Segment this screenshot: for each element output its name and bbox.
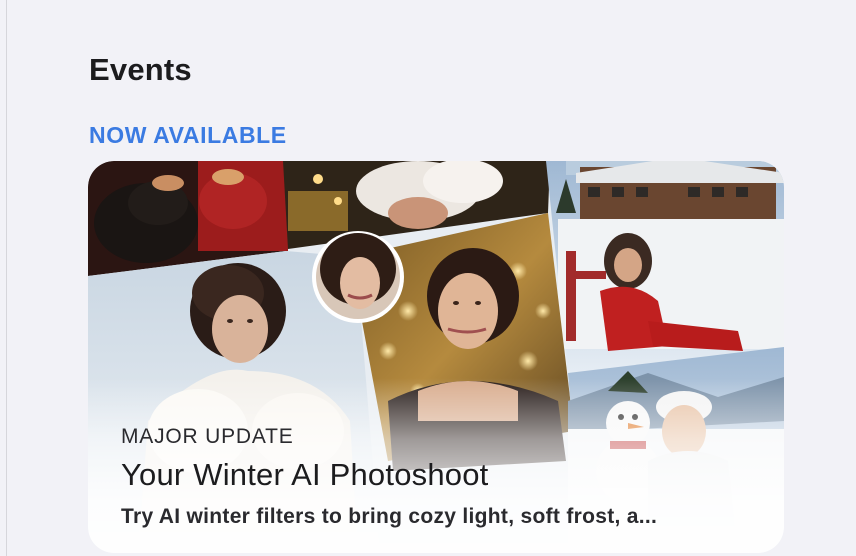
sidebar-divider (6, 0, 7, 556)
avatar-photo (312, 231, 404, 323)
chalet-photo (546, 161, 784, 373)
now-available-label: NOW AVAILABLE (89, 122, 287, 148)
card-text-block: MAJOR UPDATE Your Winter AI Photoshoot T… (121, 425, 754, 529)
card-subtitle: Try AI winter filters to bring cozy ligh… (121, 505, 658, 528)
winter-photoshoot-event-card[interactable]: MAJOR UPDATE Your Winter AI Photoshoot T… (88, 161, 784, 553)
card-kicker: MAJOR UPDATE (121, 425, 294, 448)
events-page: Events NOW AVAILABLE MAJOR UPDATE Your W… (0, 0, 856, 556)
section-title: Events (89, 52, 192, 87)
card-title: Your Winter AI Photoshoot (121, 457, 489, 492)
